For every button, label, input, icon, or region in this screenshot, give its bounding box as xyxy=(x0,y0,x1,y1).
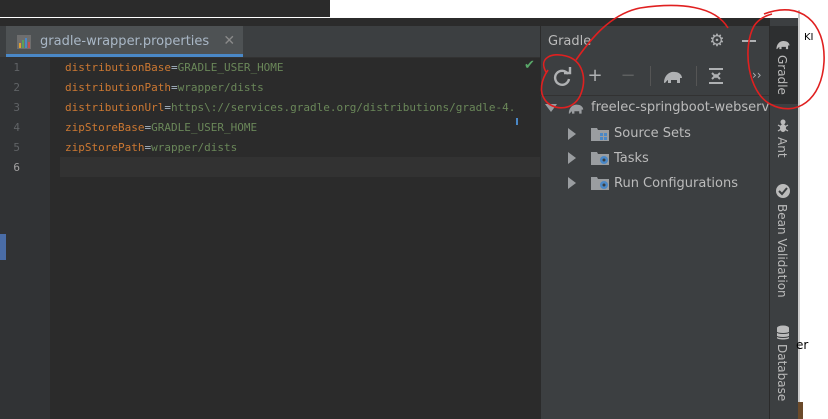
collapse-arrow-icon[interactable] xyxy=(568,128,576,140)
more-tabs-icon[interactable]: ›› xyxy=(752,68,762,82)
refresh-icon[interactable] xyxy=(550,65,574,89)
editor-tab-bar: gradle-wrapper.properties ✕ xyxy=(0,26,540,58)
line-number: 5 xyxy=(13,141,20,154)
tree-node-tasks[interactable]: Tasks xyxy=(614,148,649,170)
run-configurations-folder-icon xyxy=(591,177,609,190)
tree-node-source-sets[interactable]: Source Sets xyxy=(614,123,691,145)
equals-sign: = xyxy=(164,101,171,114)
code-line[interactable]: zipStoreBase=GRADLE_USER_HOME xyxy=(65,121,257,134)
tree-node-run-configurations[interactable]: Run Configurations xyxy=(614,173,738,195)
line-number: 1 xyxy=(13,61,20,74)
gear-icon[interactable]: ⚙ xyxy=(708,32,726,50)
close-tab-icon[interactable]: ✕ xyxy=(223,33,235,49)
external-label: KI xyxy=(804,32,814,43)
property-value: https\://services.gradle.org/distributio… xyxy=(170,101,516,114)
stripe-label-bean-validation[interactable]: Bean Validation xyxy=(775,204,789,298)
gradle-project-icon xyxy=(568,104,584,114)
minus-icon[interactable]: − xyxy=(616,64,640,88)
collapse-arrow-icon[interactable] xyxy=(568,152,576,164)
property-key: zipStoreBase xyxy=(65,121,145,134)
gutter-marker xyxy=(0,234,6,260)
property-value: GRADLE_USER_HOME xyxy=(177,61,284,74)
code-line[interactable]: distributionBase=GRADLE_USER_HOME xyxy=(65,61,284,74)
source-sets-folder-icon xyxy=(591,128,609,141)
external-label: er xyxy=(796,338,809,352)
gradle-elephant-icon xyxy=(776,40,790,50)
property-value: GRADLE_USER_HOME xyxy=(151,121,258,134)
property-key: distributionPath xyxy=(65,81,171,94)
properties-file-icon xyxy=(17,35,31,49)
collapse-arrow-icon[interactable] xyxy=(568,177,576,189)
stripe-label-gradle[interactable]: Gradle xyxy=(775,55,789,95)
tab-label: gradle-wrapper.properties xyxy=(40,34,210,49)
equals-sign: = xyxy=(170,61,178,74)
code-line[interactable]: distributionPath=wrapper/dists xyxy=(65,81,264,94)
ant-icon xyxy=(777,119,789,132)
code-line[interactable]: zipStorePath=wrapper/dists xyxy=(65,141,237,154)
code-line[interactable]: distributionUrl=https\://services.gradle… xyxy=(65,101,515,114)
stripe-label-ant[interactable]: Ant xyxy=(775,137,789,158)
minimize-icon[interactable] xyxy=(742,40,756,42)
toolbar-bottom-border xyxy=(540,95,769,96)
line-number: 4 xyxy=(13,121,20,134)
bean-validation-icon xyxy=(776,184,790,198)
line-number: 2 xyxy=(13,81,20,94)
line-number: 6 xyxy=(13,161,20,174)
toolbar-separator xyxy=(696,66,697,86)
external-corner xyxy=(798,402,803,419)
external-window xyxy=(798,0,828,419)
tab-gradle-wrapper-properties[interactable]: gradle-wrapper.properties ✕ xyxy=(6,26,244,57)
stripe-label-database[interactable]: Database xyxy=(775,344,789,401)
property-value: wrapper/dists xyxy=(151,141,238,154)
toolbar-separator xyxy=(650,66,651,86)
expand-arrow-icon[interactable] xyxy=(545,104,557,112)
elephant-icon[interactable] xyxy=(662,66,684,86)
property-key: distributionUrl xyxy=(65,101,165,114)
caret-marker xyxy=(516,118,518,125)
property-value: wrapper/dists xyxy=(177,81,264,94)
property-key: zipStorePath xyxy=(65,141,145,154)
gradle-panel-title: Gradle xyxy=(548,34,592,49)
current-line-highlight xyxy=(60,157,540,177)
plus-icon[interactable]: + xyxy=(583,64,607,88)
property-key: distributionBase xyxy=(65,61,171,74)
external-window-border xyxy=(798,10,800,419)
database-icon xyxy=(776,325,790,340)
tasks-folder-icon xyxy=(591,152,609,165)
checkmark-icon: ✔ xyxy=(524,58,535,73)
tree-project-node[interactable]: freelec-springboot-webservice xyxy=(591,97,788,119)
line-number: 3 xyxy=(13,101,20,114)
top-dark-strip xyxy=(0,0,330,17)
equals-sign: = xyxy=(170,81,178,94)
collapse-all-icon[interactable] xyxy=(706,66,726,86)
gradle-tool-window xyxy=(540,26,770,419)
